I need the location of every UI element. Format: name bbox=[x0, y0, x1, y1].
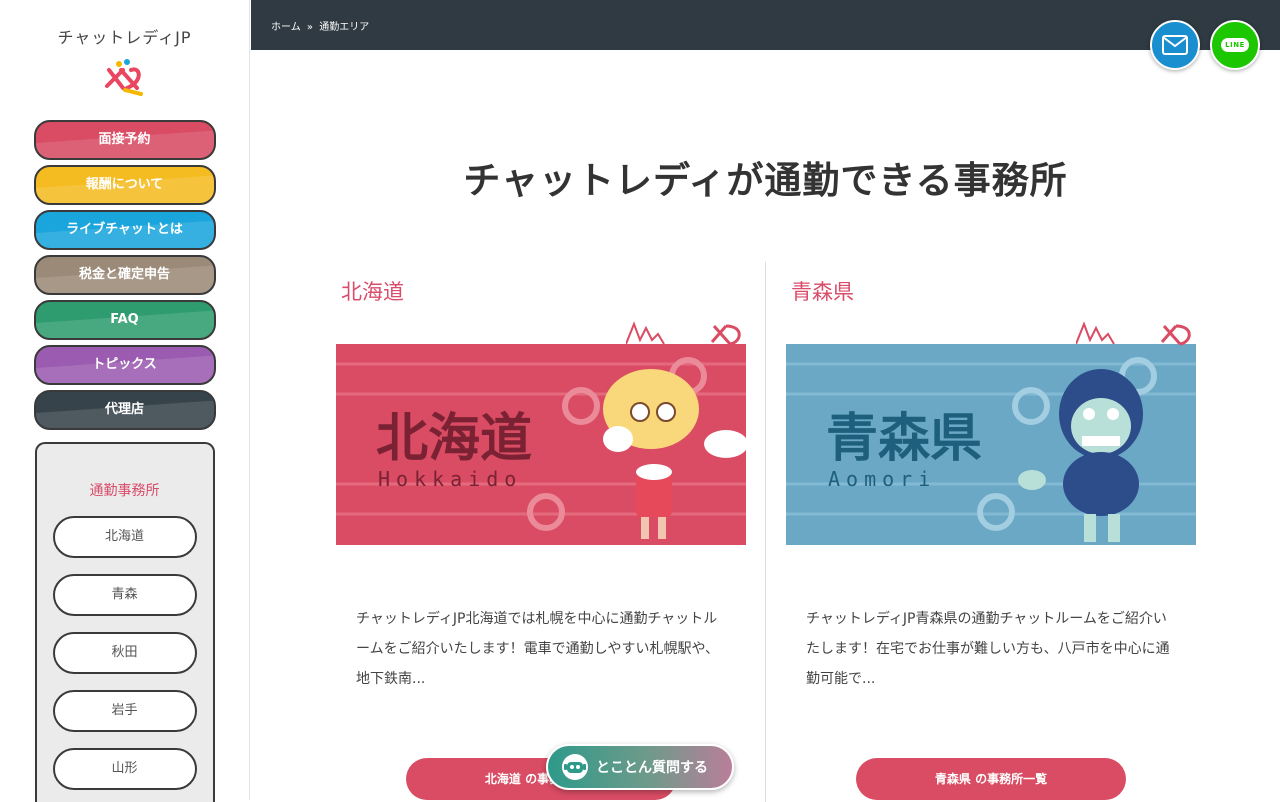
banner-deco-icon bbox=[1076, 321, 1191, 346]
menu-label: 報酬について bbox=[85, 177, 164, 192]
breadcrumb-home-link[interactable]: ホーム bbox=[271, 22, 301, 33]
menu-label: 面接予約 bbox=[98, 132, 151, 147]
menu-label: 代理店 bbox=[104, 402, 144, 417]
card-description: チャットレディJP北海道では札幌を中心に通勤チャットルームをご紹介いたします！電… bbox=[356, 611, 720, 687]
area-banner-aomori[interactable]: 青森県 Aomori bbox=[786, 320, 1196, 552]
main-content: チャットレディが通勤できる事務所 北海道 北海道 Hokkaido チャットレデ… bbox=[251, 50, 1280, 802]
pref-yamagata-button[interactable]: 山形 bbox=[52, 748, 197, 790]
pref-aomori-button[interactable]: 青森 bbox=[52, 574, 197, 616]
area-card-hokkaido: 北海道 北海道 Hokkaido チャットレディJP北海道では札幌を中心に通勤チ… bbox=[336, 276, 748, 800]
logo-icon[interactable] bbox=[103, 58, 147, 98]
card-title[interactable]: 北海道 bbox=[336, 276, 748, 306]
card-title[interactable]: 青森県 bbox=[786, 276, 1198, 306]
sidebar: チャットレディJP 面接予約 報酬について ライブチャットとは 税金と確定申告 … bbox=[0, 0, 250, 802]
card-description: チャットレディJP青森県の通勤チャットルームをご紹介いたします！在宅でお仕事が難… bbox=[806, 611, 1170, 687]
menu-label: FAQ bbox=[110, 312, 139, 327]
pref-iwate-button[interactable]: 岩手 bbox=[52, 690, 197, 732]
pref-akita-button[interactable]: 秋田 bbox=[52, 632, 197, 674]
menu-agency-button[interactable]: 代理店 bbox=[33, 390, 216, 430]
menu-faq-button[interactable]: FAQ bbox=[33, 300, 216, 340]
banner-deco-icon bbox=[626, 321, 741, 346]
page-title: チャットレディが通勤できる事務所 bbox=[463, 158, 1068, 202]
commute-office-panel: 通勤事務所 北海道 青森 秋田 岩手 山形 bbox=[34, 442, 215, 802]
chatbot-icon bbox=[562, 754, 588, 780]
area-banner-hokkaido[interactable]: 北海道 Hokkaido bbox=[336, 320, 746, 552]
office-panel-title: 通勤事務所 bbox=[89, 483, 160, 499]
menu-label: ライブチャットとは bbox=[66, 222, 183, 237]
banner-title: 青森県 bbox=[826, 409, 982, 469]
column-divider bbox=[765, 262, 766, 802]
menu-label: トピックス bbox=[92, 357, 157, 372]
breadcrumb-separator: » bbox=[306, 22, 314, 33]
banner-subtitle: Aomori bbox=[828, 467, 936, 491]
menu-tax-button[interactable]: 税金と確定申告 bbox=[33, 255, 216, 295]
menu-reward-button[interactable]: 報酬について bbox=[33, 165, 216, 205]
site-brand[interactable]: チャットレディJP bbox=[0, 0, 249, 48]
banner-image: 北海道 Hokkaido bbox=[336, 344, 746, 545]
menu-livechat-button[interactable]: ライブチャットとは bbox=[33, 210, 216, 250]
pref-hokkaido-button[interactable]: 北海道 bbox=[52, 516, 197, 558]
banner-subtitle: Hokkaido bbox=[378, 467, 522, 491]
main-menu: 面接予約 報酬について ライブチャットとは 税金と確定申告 FAQ トピックス … bbox=[0, 120, 249, 430]
menu-interview-button[interactable]: 面接予約 bbox=[33, 120, 216, 160]
chat-ask-button[interactable]: とことん質問する bbox=[546, 744, 734, 790]
banner-image: 青森県 Aomori bbox=[786, 344, 1196, 545]
breadcrumb-current: 通勤エリア bbox=[319, 22, 370, 33]
breadcrumb: ホーム » 通勤エリア bbox=[251, 0, 1280, 50]
area-card-aomori: 青森県 青森県 Aomori チャットレディJP青森県の通勤チャットルームをご紹… bbox=[786, 276, 1198, 800]
banner-title: 北海道 bbox=[376, 409, 532, 469]
chat-ask-label: とことん質問する bbox=[596, 760, 708, 776]
menu-topics-button[interactable]: トピックス bbox=[33, 345, 216, 385]
menu-label: 税金と確定申告 bbox=[78, 267, 170, 282]
office-list-button-aomori[interactable]: 青森県 の事務所一覧 bbox=[856, 758, 1126, 800]
